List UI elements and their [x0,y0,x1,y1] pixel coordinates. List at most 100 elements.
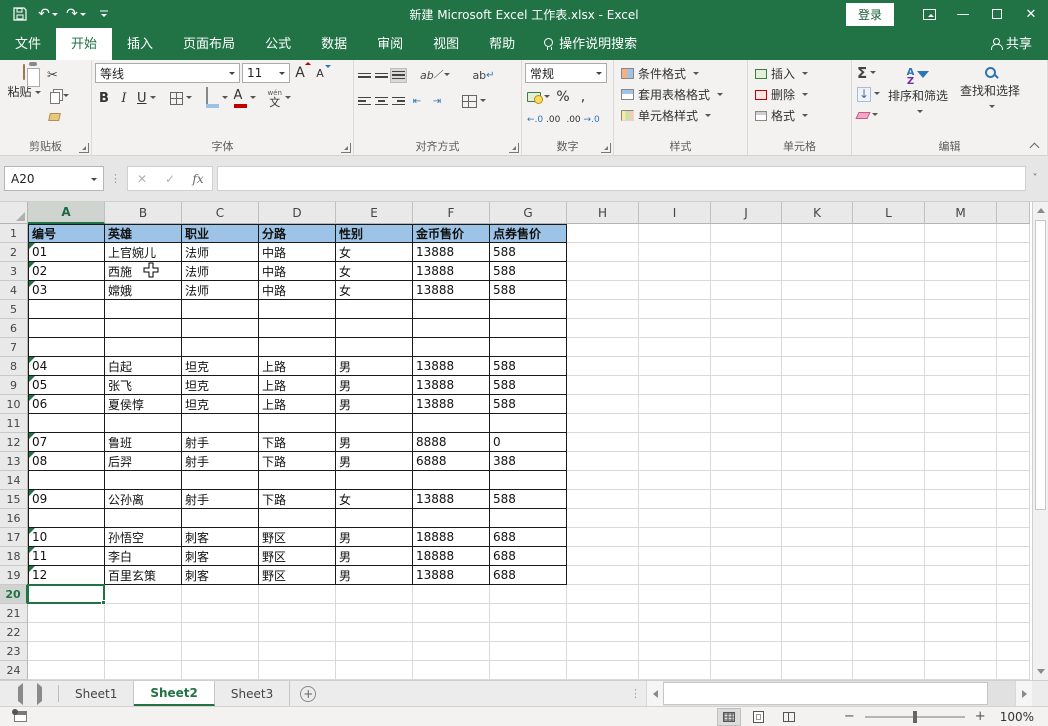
cell-B22[interactable] [105,623,182,642]
minimize-icon[interactable]: — [946,0,980,28]
cell-F10[interactable]: 13888 [413,395,490,414]
column-header-H[interactable]: H [567,202,639,224]
row-header-1[interactable]: 1 [0,224,28,243]
cell-E14[interactable] [336,471,413,490]
column-header-F[interactable]: F [413,202,490,224]
cell-M12[interactable] [925,433,997,452]
merge-center-button[interactable] [460,91,488,111]
cell-L15[interactable] [853,490,925,509]
cell-L5[interactable] [853,300,925,319]
zoom-in-icon[interactable]: + [975,709,986,724]
cell-M5[interactable] [925,300,997,319]
top-align-icon[interactable] [357,69,372,82]
scroll-up-icon[interactable] [1033,202,1048,219]
sheet-tab-sheet1[interactable]: Sheet1 [59,681,135,706]
cell-partial-22[interactable] [997,623,1030,642]
cell-I1[interactable] [639,224,711,243]
increase-decimal-button[interactable]: ←.0 .00 [525,110,562,130]
row-header-14[interactable]: 14 [0,471,28,490]
cell-J13[interactable] [711,452,782,471]
cell-K1[interactable] [782,224,853,243]
fill-color-button[interactable] [204,87,230,108]
cell-A6[interactable] [28,319,105,338]
cell-L3[interactable] [853,262,925,281]
cell-A16[interactable] [28,509,105,528]
row-header-13[interactable]: 13 [0,452,28,471]
cell-L16[interactable] [853,509,925,528]
cell-A20[interactable] [27,584,106,605]
cell-C11[interactable] [182,414,259,433]
page-layout-view-icon[interactable] [748,709,770,725]
cell-styles-button[interactable]: 单元格样式 [617,105,744,126]
font-dialog-launcher[interactable] [341,143,351,153]
autosum-button[interactable]: Σ [855,64,882,82]
cell-A4[interactable]: 03 [28,281,105,300]
accounting-format-button[interactable] [525,87,552,107]
cell-E23[interactable] [336,642,413,661]
cell-C19[interactable]: 刺客 [182,566,259,585]
cell-E15[interactable]: 女 [336,490,413,509]
cell-B20[interactable] [105,585,182,604]
cell-F20[interactable] [413,585,490,604]
cell-D1[interactable]: 分路 [259,224,336,243]
cell-J24[interactable] [711,661,782,680]
cell-G4[interactable]: 588 [490,281,567,300]
cell-E1[interactable]: 性别 [336,224,413,243]
select-all-corner[interactable] [0,202,28,224]
cell-A3[interactable]: 02 [28,262,105,281]
cell-L23[interactable] [853,642,925,661]
row-header-24[interactable]: 24 [0,661,28,680]
cell-partial-11[interactable] [997,414,1030,433]
row-header-6[interactable]: 6 [0,319,28,338]
column-header-C[interactable]: C [182,202,259,224]
cell-C16[interactable] [182,509,259,528]
cell-G17[interactable]: 688 [490,528,567,547]
percent-style-button[interactable]: % [554,87,572,107]
cell-I4[interactable] [639,281,711,300]
cell-G7[interactable] [490,338,567,357]
copy-button[interactable] [45,87,71,105]
cell-E20[interactable] [336,585,413,604]
cell-A11[interactable] [28,414,105,433]
cell-C22[interactable] [182,623,259,642]
comma-style-button[interactable]: , [574,87,592,107]
borders-button[interactable] [168,88,194,108]
row-header-2[interactable]: 2 [0,243,28,262]
cell-H13[interactable] [567,452,639,471]
cell-I17[interactable] [639,528,711,547]
cell-L22[interactable] [853,623,925,642]
cell-J11[interactable] [711,414,782,433]
bottom-align-icon[interactable] [390,67,407,83]
cell-C20[interactable] [182,585,259,604]
cell-D21[interactable] [259,604,336,623]
cell-C21[interactable] [182,604,259,623]
cell-C8[interactable]: 坦克 [182,357,259,376]
cell-E8[interactable]: 男 [336,357,413,376]
insert-function-icon[interactable]: fx [184,172,212,186]
cell-M1[interactable] [925,224,997,243]
cell-partial-19[interactable] [997,566,1030,585]
cell-F6[interactable] [413,319,490,338]
cell-D14[interactable] [259,471,336,490]
cell-J12[interactable] [711,433,782,452]
menu-tab-review[interactable]: 审阅 [362,26,418,60]
cell-G11[interactable] [490,414,567,433]
decrease-indent-button[interactable]: ⇤ [408,91,426,111]
wrap-text-button[interactable]: ab ↵ [470,65,496,85]
cell-J7[interactable] [711,338,782,357]
cell-I6[interactable] [639,319,711,338]
save-icon[interactable] [8,3,32,25]
find-select-button[interactable]: 查找和选择 [954,63,1026,107]
cell-H19[interactable] [567,566,639,585]
cell-F2[interactable]: 13888 [413,243,490,262]
zoom-level[interactable]: 100% [1000,710,1034,724]
insert-cells-button[interactable]: 插入 [751,63,848,84]
cell-E21[interactable] [336,604,413,623]
cell-I13[interactable] [639,452,711,471]
cell-partial-12[interactable] [997,433,1030,452]
shrink-font-button[interactable]: A [312,63,331,83]
cell-K2[interactable] [782,243,853,262]
cell-I12[interactable] [639,433,711,452]
menu-tab-home[interactable]: 开始 [56,26,113,60]
horizontal-scrollbar[interactable] [663,681,1015,706]
